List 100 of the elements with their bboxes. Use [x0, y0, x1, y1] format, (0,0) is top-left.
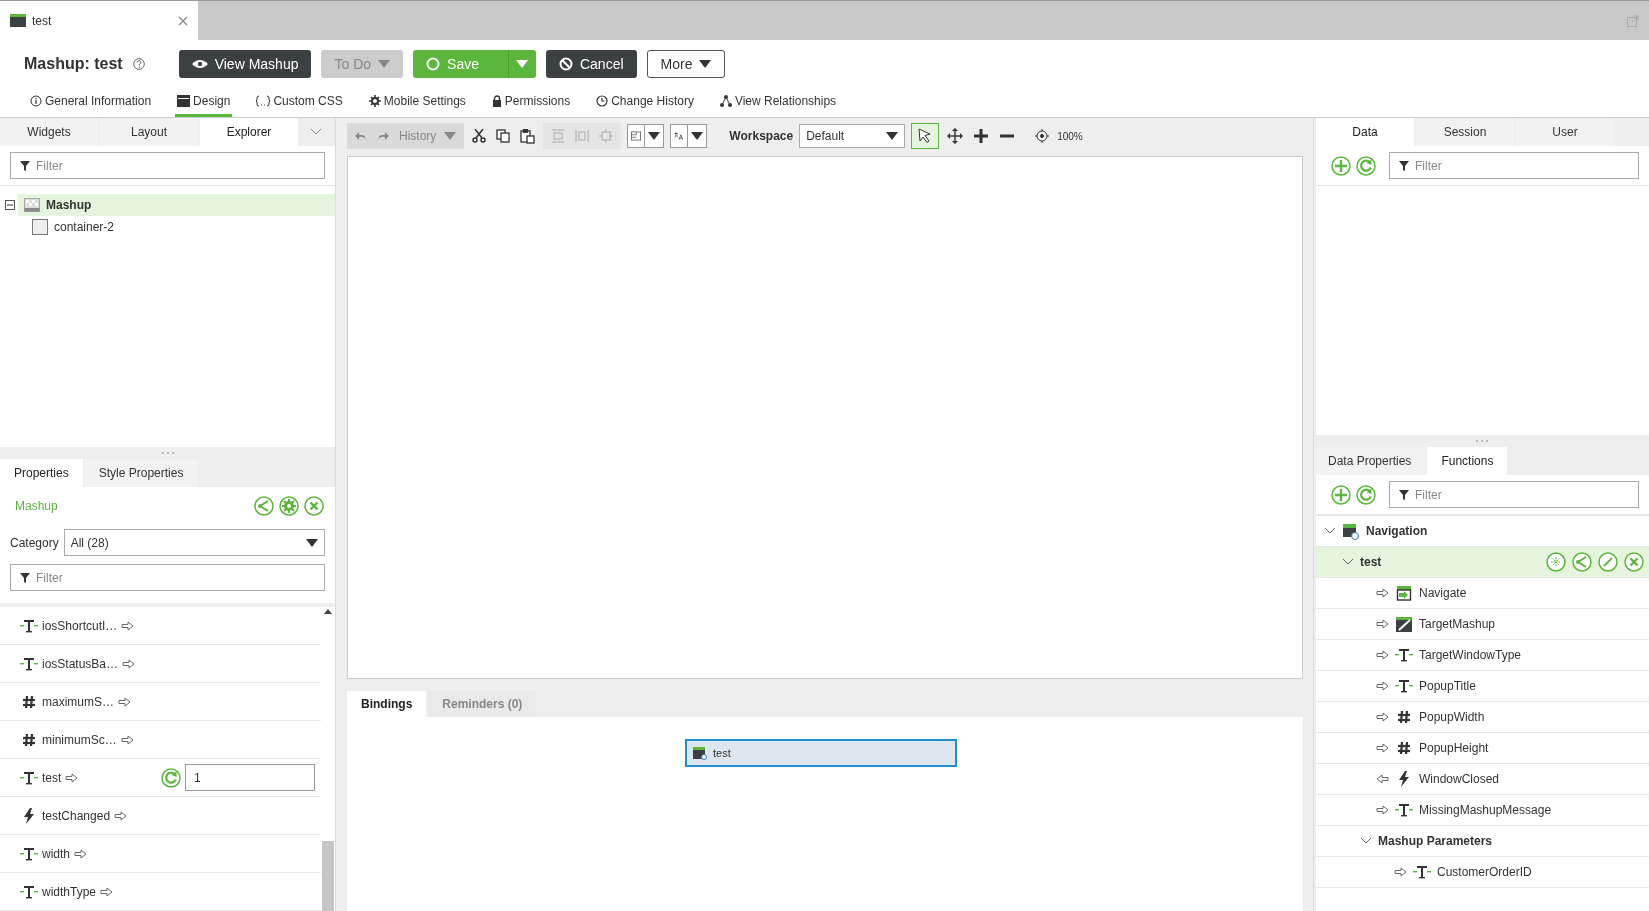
scroll-up-icon[interactable] [323, 607, 333, 617]
nav-tab[interactable]: General Information [28, 88, 154, 117]
panel-tab[interactable]: Widgets [0, 118, 98, 146]
nav-tab[interactable]: Mobile Settings [366, 88, 468, 117]
parameter-row[interactable]: PopupHeight [1316, 733, 1649, 764]
language-dropdown[interactable] [670, 124, 708, 148]
property-row[interactable]: testChanged [0, 797, 321, 835]
filter-icon [1399, 161, 1409, 171]
property-row[interactable]: minimumSc… [0, 721, 321, 759]
toolbar-button[interactable]: View Mashup [178, 50, 312, 78]
nav-tab[interactable]: Change History [594, 88, 696, 117]
move-tool-button[interactable] [945, 128, 966, 144]
panel-tab[interactable]: Bindings [347, 691, 427, 717]
tree-row[interactable]: Mashup Parameters [1316, 826, 1649, 857]
undo-icon [355, 131, 367, 141]
property-name: widthType [42, 884, 97, 899]
fit-button[interactable] [1033, 129, 1052, 143]
refresh-button[interactable] [1355, 154, 1377, 177]
panel-tab[interactable]: User [1516, 118, 1614, 146]
cut-button[interactable] [470, 129, 489, 143]
panel-tab[interactable]: Data Properties [1314, 447, 1426, 475]
value-field[interactable]: 1 [185, 764, 315, 791]
nav-tab[interactable]: Custom CSS [254, 88, 345, 117]
chevron-down-icon[interactable] [1342, 558, 1354, 566]
help-icon[interactable] [132, 58, 145, 70]
edit-button[interactable] [1597, 551, 1619, 573]
refresh-button[interactable] [160, 766, 182, 789]
select-tool-button[interactable] [911, 123, 940, 149]
parameter-row[interactable]: PopupWidth [1316, 702, 1649, 733]
splitter-handle-icon[interactable] [161, 451, 174, 455]
add-button[interactable] [1330, 483, 1352, 506]
remove-button[interactable] [1623, 551, 1645, 573]
crosshair-square-icon [599, 129, 614, 143]
chevron-down-icon [310, 128, 322, 136]
refresh-button[interactable] [1355, 483, 1377, 506]
popout-icon[interactable] [1627, 14, 1639, 27]
workspace-dropdown[interactable]: Default [799, 124, 906, 148]
filter-field[interactable]: Filter [10, 564, 325, 591]
add-button[interactable] [1330, 154, 1352, 177]
tree-label: Mashup Parameters [1378, 834, 1493, 848]
text-type-icon [20, 770, 38, 785]
panel-tab[interactable]: Explorer [200, 118, 298, 146]
panel-tab[interactable]: Layout [100, 118, 198, 146]
filter-field[interactable]: Filter [1389, 152, 1639, 179]
center-button[interactable] [597, 129, 616, 143]
filter-icon [1399, 490, 1409, 500]
tree-row[interactable]: container-2 [26, 216, 335, 238]
panel-tab[interactable]: Properties [0, 459, 83, 487]
parameter-row[interactable]: TargetWindowType [1316, 640, 1649, 671]
sparkle-button[interactable] [1545, 551, 1567, 573]
parameter-row[interactable]: CustomerOrderID [1316, 857, 1649, 888]
filter-field[interactable]: Filter [10, 152, 325, 179]
nav-tab[interactable]: View Relationships [717, 88, 839, 117]
remove-button[interactable] [303, 495, 325, 517]
scroll-thumb[interactable] [322, 841, 334, 911]
tree-row[interactable]: test [1316, 547, 1649, 578]
undo-button[interactable] [353, 131, 369, 141]
browser-tab[interactable]: test [0, 1, 198, 40]
parameter-row[interactable]: TargetMashup [1316, 609, 1649, 640]
copy-button[interactable] [494, 129, 513, 143]
category-dropdown[interactable]: All (28) [63, 529, 325, 556]
share-button[interactable] [1571, 551, 1593, 573]
settings-button[interactable] [278, 495, 300, 517]
redo-button[interactable] [375, 131, 391, 141]
panel-tab[interactable]: Style Properties [84, 459, 198, 487]
collapse-icon[interactable] [5, 200, 15, 210]
parameter-row[interactable]: Navigate [1316, 578, 1649, 609]
property-row[interactable]: test 1 [0, 759, 321, 797]
property-row[interactable]: maximumS… [0, 683, 321, 721]
close-icon[interactable] [178, 15, 188, 26]
property-row[interactable]: widthType [0, 873, 321, 911]
property-row[interactable]: iosShortcutI… [0, 607, 321, 645]
chevron-down-icon[interactable] [1360, 837, 1372, 845]
nav-tab[interactable]: Permissions [489, 88, 573, 117]
tree-row[interactable]: Mashup [18, 194, 335, 216]
property-row[interactable]: width [0, 835, 321, 873]
window-arrow-icon [1395, 585, 1413, 601]
scrollbar[interactable] [321, 607, 335, 911]
gear-icon [368, 95, 381, 107]
toolbar-button[interactable]: More [646, 50, 726, 78]
share-button[interactable] [253, 495, 275, 517]
filter-field[interactable]: Filter [1389, 481, 1639, 508]
binding-widget[interactable]: test [685, 739, 957, 767]
align-button[interactable] [573, 129, 592, 143]
parameter-name: WindowClosed [1419, 772, 1500, 786]
toolbar-button[interactable]: Cancel [545, 50, 637, 78]
panel-tab[interactable]: Functions [1427, 447, 1508, 475]
property-name: maximumS… [42, 694, 114, 709]
layout-dropdown[interactable] [627, 124, 665, 148]
tree-label: test [1360, 555, 1382, 569]
panel-tab[interactable]: Data [1316, 118, 1414, 146]
parameter-row[interactable]: WindowClosed [1316, 764, 1649, 795]
splitter-handle-icon[interactable] [1475, 439, 1488, 443]
paste-button[interactable] [518, 128, 538, 144]
chevron-down-icon[interactable] [1324, 527, 1336, 535]
right-arrow-icon [114, 810, 128, 821]
parameter-row[interactable]: PopupTitle [1316, 671, 1649, 702]
parameter-row[interactable]: MissingMashupMessage [1316, 795, 1649, 826]
panel-tab[interactable]: Session [1416, 118, 1514, 146]
property-row[interactable]: iosStatusBa… [0, 645, 321, 683]
